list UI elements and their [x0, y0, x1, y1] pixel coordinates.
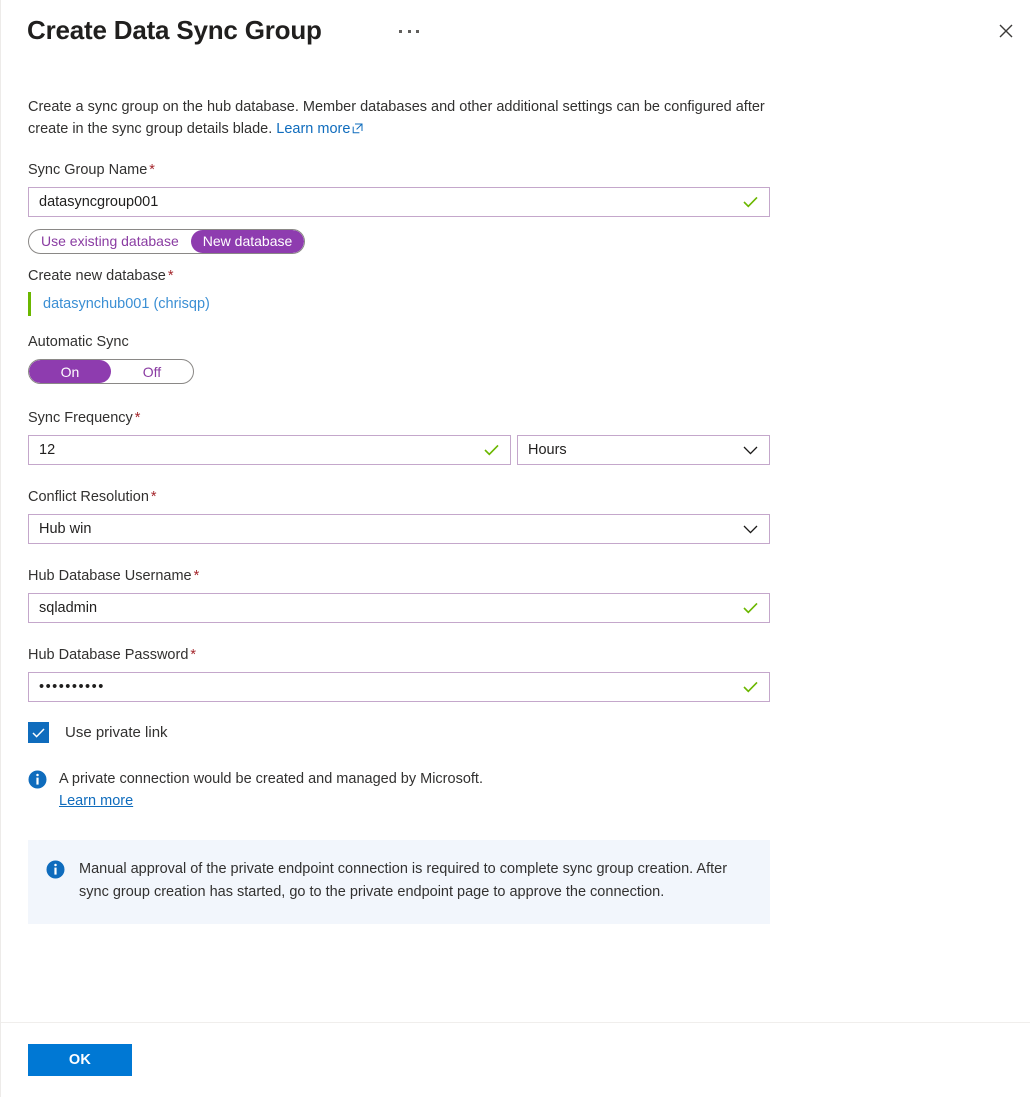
form-content: Create a sync group on the hub database.…	[1, 62, 1030, 1022]
conflict-resolution-value: Hub win	[39, 521, 92, 537]
private-link-info-text: A private connection would be created an…	[59, 771, 483, 787]
create-new-database-label-text: Create new database	[28, 268, 166, 284]
selected-database-row[interactable]: datasynchub001 (chrisqp)	[28, 292, 210, 316]
blade-header: Create Data Sync Group	[1, 0, 1030, 62]
chevron-down-icon	[743, 446, 769, 455]
external-link-icon	[352, 119, 363, 141]
blade-description-text: Create a sync group on the hub database.…	[28, 99, 765, 137]
required-marker: *	[134, 410, 141, 426]
hub-password-field: Hub Database Password * ••••••••••	[28, 645, 1004, 702]
conflict-resolution-label: Conflict Resolution *	[28, 487, 1004, 507]
hub-username-field: Hub Database Username *	[28, 566, 1004, 623]
conflict-resolution-field: Conflict Resolution * Hub win	[28, 487, 1004, 544]
learn-more-link[interactable]: Learn more	[276, 121, 350, 137]
sync-group-name-label: Sync Group Name *	[28, 160, 1004, 180]
checkmark-icon	[743, 602, 769, 614]
use-private-link-checkbox[interactable]	[28, 722, 49, 743]
info-icon	[46, 860, 65, 884]
private-link-info: A private connection would be created an…	[28, 769, 1004, 812]
sync-frequency-input[interactable]	[29, 436, 484, 464]
sync-group-name-field: Sync Group Name *	[28, 160, 1004, 217]
page-title: Create Data Sync Group	[27, 15, 322, 45]
required-marker: *	[167, 268, 174, 284]
database-mode-switcher[interactable]: Use existing database New database	[28, 229, 306, 254]
info-icon	[28, 770, 47, 794]
hub-password-label-text: Hub Database Password	[28, 647, 189, 663]
ok-button[interactable]: OK	[28, 1044, 132, 1076]
sync-frequency-input-wrapper[interactable]	[28, 435, 511, 465]
create-new-database-label: Create new database *	[28, 266, 1004, 286]
sync-frequency-label-text: Sync Frequency	[28, 410, 133, 426]
sync-group-name-input-wrapper[interactable]	[28, 187, 770, 217]
database-mode-option-new[interactable]: New database	[190, 230, 305, 253]
required-marker: *	[190, 647, 197, 663]
create-new-database-field: Create new database * datasynchub001 (chr…	[28, 266, 1004, 316]
automatic-sync-option-on[interactable]: On	[29, 360, 111, 383]
required-marker: *	[193, 568, 200, 584]
blade-body: Create a sync group on the hub database.…	[1, 62, 1030, 1022]
ellipsis-icon[interactable]	[398, 20, 420, 42]
selected-database-link[interactable]: datasynchub001 (chrisqp)	[43, 296, 210, 312]
hub-username-label: Hub Database Username *	[28, 566, 1004, 586]
hub-password-input-wrapper[interactable]: ••••••••••	[28, 672, 770, 702]
sync-frequency-unit-dropdown[interactable]: Hours	[517, 435, 770, 465]
sync-frequency-label: Sync Frequency *	[28, 408, 1004, 428]
blade-description: Create a sync group on the hub database.…	[28, 96, 773, 140]
sync-group-name-label-text: Sync Group Name	[28, 162, 148, 178]
checkmark-icon	[743, 681, 769, 693]
automatic-sync-option-off[interactable]: Off	[111, 360, 193, 383]
required-marker: *	[149, 162, 155, 178]
conflict-resolution-dropdown[interactable]: Hub win	[28, 514, 770, 544]
hub-username-label-text: Hub Database Username	[28, 568, 192, 584]
database-mode-option-existing[interactable]: Use existing database	[29, 230, 191, 253]
checkmark-icon	[484, 444, 510, 456]
checkmark-icon	[743, 196, 769, 208]
use-private-link-label[interactable]: Use private link	[65, 724, 168, 741]
automatic-sync-label: Automatic Sync	[28, 334, 129, 350]
private-link-info-text-wrapper: A private connection would be created an…	[59, 769, 483, 812]
close-icon[interactable]	[992, 17, 1020, 45]
sync-frequency-unit-value: Hours	[528, 442, 567, 458]
chevron-down-icon	[743, 525, 769, 534]
sync-frequency-field: Sync Frequency* Hours	[28, 408, 1004, 465]
approval-info-banner: Manual approval of the private endpoint …	[28, 840, 770, 924]
sync-frequency-row: Hours	[28, 435, 1004, 465]
hub-username-input[interactable]	[29, 594, 743, 622]
automatic-sync-toggle[interactable]: On Off	[28, 359, 194, 384]
create-data-sync-group-blade: Create Data Sync Group Create a sync gro…	[0, 0, 1030, 1097]
use-private-link-row[interactable]: Use private link	[28, 722, 1004, 743]
conflict-resolution-label-text: Conflict Resolution	[28, 489, 149, 505]
automatic-sync-field: Automatic Sync On Off	[28, 332, 1004, 384]
blade-footer: OK	[1, 1022, 1030, 1097]
approval-info-banner-text: Manual approval of the private endpoint …	[79, 861, 728, 900]
required-marker: *	[150, 489, 157, 505]
hub-username-input-wrapper[interactable]	[28, 593, 770, 623]
hub-password-label: Hub Database Password *	[28, 645, 1004, 665]
sync-group-name-input[interactable]	[29, 188, 743, 216]
hub-password-input[interactable]: ••••••••••	[29, 673, 743, 701]
private-link-learn-more-link[interactable]: Learn more	[59, 791, 133, 812]
